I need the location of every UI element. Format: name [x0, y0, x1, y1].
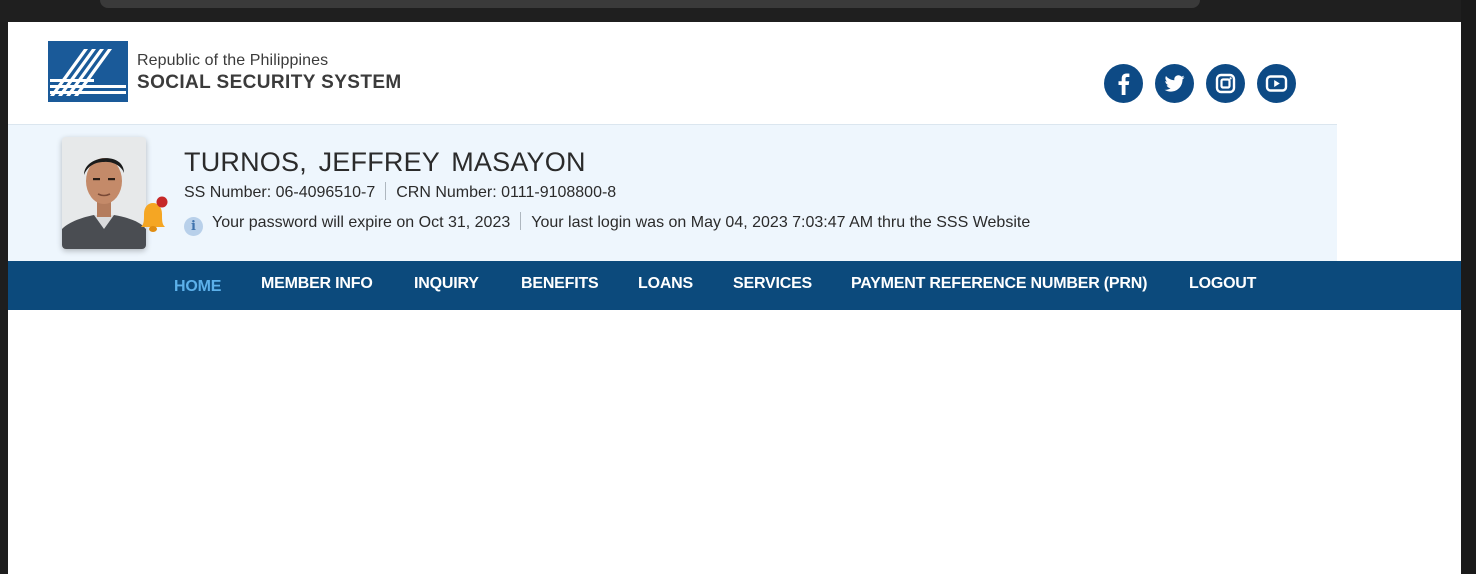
divider — [520, 212, 522, 230]
nav-benefits[interactable]: BENEFITS — [521, 275, 599, 293]
site-title: Republic of the Philippines SOCIAL SECUR… — [137, 52, 402, 94]
divider — [385, 182, 387, 200]
main-content — [8, 311, 1461, 574]
instagram-icon[interactable] — [1206, 64, 1245, 103]
member-profile: TURNOS, JEFFREY MASAYON SS Number: 06-40… — [8, 125, 1337, 261]
password-expiry-notice: Your password will expire on Oct 31, 202… — [212, 214, 511, 231]
page: Republic of the Philippines SOCIAL SECUR… — [8, 22, 1461, 574]
site-title-line1: Republic of the Philippines — [137, 52, 329, 69]
nav-member-info[interactable]: MEMBER INFO — [261, 275, 373, 293]
youtube-icon[interactable] — [1257, 64, 1296, 103]
site-title-line2: SOCIAL SECURITY SYSTEM — [137, 72, 402, 93]
info-icon: i — [184, 217, 203, 236]
nav-logout[interactable]: LOGOUT — [1189, 275, 1256, 293]
sss-logo[interactable] — [48, 41, 128, 102]
browser-top-bar — [0, 0, 1476, 22]
site-header: Republic of the Philippines SOCIAL SECUR… — [8, 22, 1337, 125]
crn-number: CRN Number: 0111-9108800-8 — [396, 184, 617, 201]
twitter-icon[interactable] — [1155, 64, 1194, 103]
nav-loans[interactable]: LOANS — [638, 275, 693, 293]
member-photo — [62, 137, 146, 249]
ss-number: SS Number: 06-4096510-7 — [184, 184, 376, 201]
member-name: TURNOS, JEFFREY MASAYON — [184, 147, 586, 177]
nav-home[interactable]: HOME — [174, 278, 221, 296]
notification-bell-icon[interactable] — [135, 195, 171, 237]
nav-inquiry[interactable]: INQUIRY — [414, 275, 479, 293]
nav-payment-reference-number[interactable]: PAYMENT REFERENCE NUMBER (PRN) — [851, 275, 1147, 293]
window-right-edge — [1461, 0, 1476, 574]
account-info-line: i Your password will expire on Oct 31, 20… — [184, 212, 1030, 236]
browser-address-bar[interactable] — [100, 0, 1200, 8]
member-id-line: SS Number: 06-4096510-7 CRN Number: 0111-… — [184, 182, 616, 202]
last-login-info: Your last login was on May 04, 2023 7:03… — [531, 214, 1031, 231]
facebook-icon[interactable] — [1104, 64, 1143, 103]
nav-services[interactable]: SERVICES — [733, 275, 812, 293]
main-navigation: HOME MEMBER INFO INQUIRY BENEFITS LOANS … — [8, 261, 1461, 311]
